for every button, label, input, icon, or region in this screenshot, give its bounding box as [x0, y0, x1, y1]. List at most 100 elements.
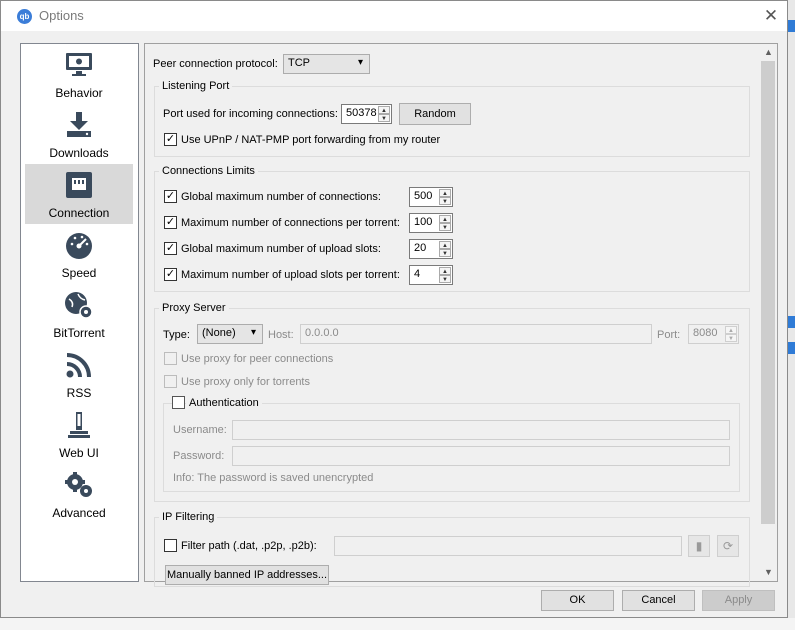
ip-filter-label: Filter path (.dat, .p2p, .p2b): — [181, 540, 317, 552]
behavior-monitor-icon — [66, 53, 92, 76]
proxy-peer-connections-checkbox[interactable] — [164, 352, 177, 365]
global-max-upload-slots-spinbox[interactable]: 20 ▲ ▼ — [409, 239, 453, 259]
banned-ips-button[interactable]: Manually banned IP addresses... — [165, 565, 329, 585]
password-input[interactable] — [232, 446, 730, 466]
reload-filter-icon[interactable]: ⟳ — [717, 535, 739, 557]
spin-up-icon[interactable]: ▲ — [439, 267, 451, 275]
username-input[interactable] — [232, 420, 730, 440]
browse-file-icon[interactable]: ▮ — [688, 535, 710, 557]
protocol-select[interactable]: TCP ▾ — [283, 54, 370, 74]
upnp-label: Use UPnP / NAT-PMP port forwarding from … — [181, 134, 441, 146]
max-connections-per-torrent-spinbox[interactable]: 100 ▲ ▼ — [409, 213, 453, 233]
apply-button[interactable]: Apply — [702, 590, 775, 611]
sidebar-item-label: Speed — [61, 266, 97, 280]
sidebar-item-label: Downloads — [49, 146, 109, 160]
ip-filtering-title: IP Filtering — [159, 511, 218, 523]
authentication-checkbox[interactable] — [172, 396, 185, 409]
max-connections-per-torrent-checkbox[interactable]: ✓ — [164, 216, 177, 229]
proxy-type-value: (None) — [202, 327, 236, 339]
qbittorrent-logo-icon: qb — [17, 9, 32, 24]
proxy-type-label: Type: — [163, 329, 190, 341]
connection-limits-title: Connections Limits — [159, 165, 258, 177]
global-max-connections-spinbox[interactable]: 500 ▲ ▼ — [409, 187, 453, 207]
global-max-connections-checkbox[interactable]: ✓ — [164, 190, 177, 203]
spin-down-icon[interactable]: ▼ — [439, 249, 451, 257]
sidebar-item-web-ui[interactable]: Web UI — [25, 404, 133, 464]
background-highlight — [788, 342, 795, 354]
ok-button[interactable]: OK — [541, 590, 614, 611]
proxy-port-spinbox[interactable]: 8080 ▲ ▼ — [688, 324, 739, 344]
sidebar-item-label: BitTorrent — [53, 326, 105, 340]
spin-up-icon[interactable]: ▲ — [378, 106, 390, 114]
random-port-button[interactable]: Random — [399, 103, 471, 125]
incoming-port-label: Port used for incoming connections: — [163, 108, 338, 120]
spin-up-icon[interactable]: ▲ — [439, 241, 451, 249]
sidebar-item-rss[interactable]: RSS — [25, 344, 133, 404]
sidebar-item-downloads[interactable]: Downloads — [25, 104, 133, 164]
spin-up-icon[interactable]: ▲ — [439, 189, 451, 197]
proxy-host-label: Host: — [268, 329, 294, 341]
protocol-label: Peer connection protocol: — [153, 58, 278, 70]
ip-filter-checkbox[interactable] — [164, 539, 177, 552]
sidebar-item-label: RSS — [66, 386, 92, 400]
sidebar-item-bittorrent[interactable]: BitTorrent — [25, 284, 133, 344]
max-upload-slots-per-torrent-checkbox[interactable]: ✓ — [164, 268, 177, 281]
spin-up-icon[interactable]: ▲ — [725, 326, 737, 334]
options-dialog: qb Options ✕ Behavior Downloads Connecti… — [0, 0, 788, 618]
sidebar-item-connection[interactable]: Connection — [25, 164, 133, 224]
scroll-up-icon[interactable]: ▲ — [760, 44, 777, 61]
spin-down-icon[interactable]: ▼ — [725, 334, 737, 342]
proxy-type-select[interactable]: (None) ▾ — [197, 324, 263, 344]
proxy-torrents-only-checkbox[interactable] — [164, 375, 177, 388]
network-icon — [66, 172, 92, 198]
sidebar-item-label: Connection — [48, 206, 110, 220]
speedometer-icon — [66, 233, 92, 259]
username-label: Username: — [173, 424, 227, 436]
sidebar-item-label: Web UI — [59, 446, 99, 460]
cancel-button[interactable]: Cancel — [622, 590, 695, 611]
global-max-upload-slots-checkbox[interactable]: ✓ — [164, 242, 177, 255]
ip-filter-path-input[interactable] — [334, 536, 682, 556]
sidebar-item-advanced[interactable]: Advanced — [25, 464, 133, 524]
rss-icon — [66, 353, 91, 378]
close-button[interactable]: ✕ — [753, 1, 789, 31]
scroll-down-icon[interactable]: ▼ — [760, 564, 777, 581]
spin-down-icon[interactable]: ▼ — [439, 197, 451, 205]
scrollbar-thumb[interactable] — [761, 61, 775, 524]
web-ui-icon — [68, 412, 90, 438]
sidebar-item-label: Advanced — [52, 506, 106, 520]
gears-icon — [65, 472, 92, 497]
globe-gear-icon — [65, 292, 93, 319]
max-upload-slots-per-torrent-spinbox[interactable]: 4 ▲ ▼ — [409, 265, 453, 285]
incoming-port-spinbox[interactable]: 50378 ▲ ▼ — [341, 104, 392, 124]
window-title: Options — [39, 8, 84, 23]
spin-down-icon[interactable]: ▼ — [439, 223, 451, 231]
spinbox-value: 4 — [414, 268, 421, 280]
protocol-value: TCP — [288, 57, 310, 69]
proxy-port-label: Port: — [657, 329, 681, 341]
global-max-connections-label: Global maximum number of connections: — [181, 191, 381, 203]
chevron-down-icon: ▾ — [357, 57, 363, 68]
background-highlight — [788, 20, 795, 32]
spin-up-icon[interactable]: ▲ — [439, 215, 451, 223]
sidebar-item-behavior[interactable]: Behavior — [25, 44, 133, 104]
proxy-host-value: 0.0.0.0 — [305, 327, 339, 339]
upnp-checkbox[interactable]: ✓ — [164, 133, 177, 146]
global-max-upload-slots-label: Global maximum number of upload slots: — [181, 243, 381, 255]
proxy-port-value: 8080 — [693, 327, 718, 339]
background-window-bottom — [0, 618, 795, 630]
sidebar-item-speed[interactable]: Speed — [25, 224, 133, 284]
max-connections-per-torrent-label: Maximum number of connections per torren… — [181, 217, 400, 229]
spin-down-icon[interactable]: ▼ — [378, 114, 390, 122]
download-icon — [67, 112, 91, 137]
spinbox-value: 500 — [414, 190, 433, 202]
chevron-down-icon: ▾ — [250, 327, 256, 338]
proxy-torrents-only-label: Use proxy only for torrents — [181, 376, 310, 388]
proxy-peer-connections-label: Use proxy for peer connections — [181, 353, 334, 365]
background-window-strip — [788, 0, 795, 630]
proxy-host-input[interactable]: 0.0.0.0 — [300, 324, 652, 344]
spin-down-icon[interactable]: ▼ — [439, 275, 451, 283]
spinbox-value: 20 — [414, 242, 427, 254]
password-label: Password: — [173, 450, 225, 462]
proxy-server-title: Proxy Server — [159, 302, 229, 314]
